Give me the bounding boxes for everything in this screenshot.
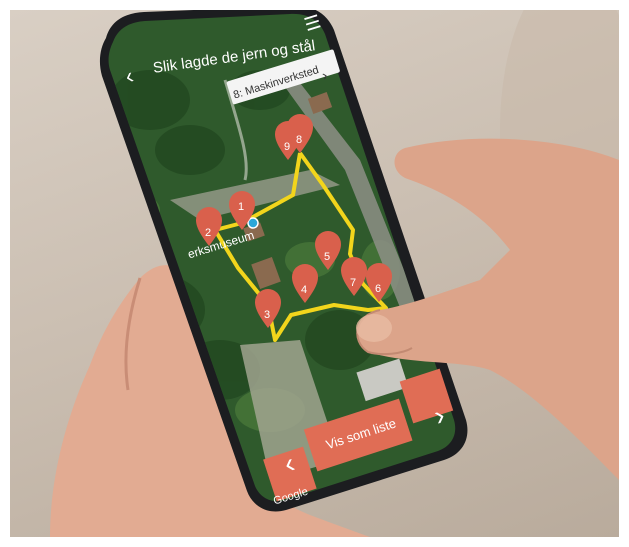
- location-dot: [247, 217, 259, 229]
- marker-label-5: 5: [324, 251, 331, 263]
- marker-label-2: 2: [205, 227, 212, 239]
- marker-label-8: 8: [296, 134, 303, 146]
- marker-label-9: 9: [284, 141, 291, 153]
- marker-label-3: 3: [264, 309, 271, 321]
- marker-label-7: 7: [350, 277, 357, 289]
- marker-label-6: 6: [375, 283, 382, 295]
- marker-label-4: 4: [301, 284, 308, 296]
- photo: ‹ Slik lagde de jern og stål ☰ 8: Maskin…: [10, 10, 619, 537]
- scene: [50, 10, 619, 537]
- marker-label-1: 1: [238, 201, 245, 213]
